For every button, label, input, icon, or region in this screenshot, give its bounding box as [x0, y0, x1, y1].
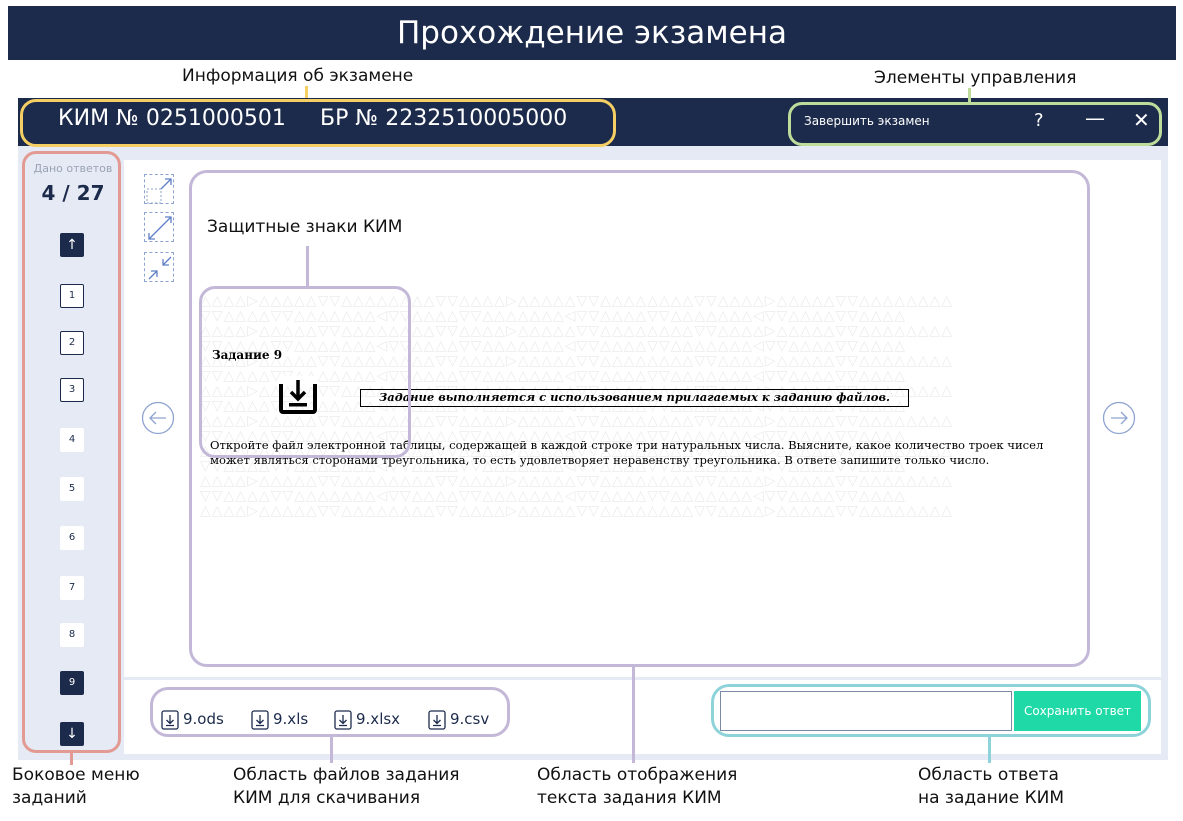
connector-text: [632, 667, 635, 763]
prev-task-icon[interactable]: [141, 401, 175, 435]
security-marks-outline: [199, 286, 411, 458]
fit-width-icon[interactable]: [144, 212, 174, 242]
caption-security-marks: Защитные знаки КИМ: [207, 217, 403, 237]
files-outline: [150, 687, 510, 737]
connector-exam-info: [305, 86, 308, 98]
caption-answer-line2: на задание КИМ: [918, 788, 1065, 808]
sidebar-outline: [22, 151, 121, 753]
exam-info-outline: [20, 99, 616, 147]
connector-security: [306, 246, 309, 286]
controls-outline: [788, 102, 1162, 146]
zoom-in-icon[interactable]: [144, 174, 174, 204]
connector-files: [330, 737, 333, 763]
caption-sidebar-line2: заданий: [12, 788, 87, 808]
caption-answer-line1: Область ответа: [918, 765, 1059, 785]
caption-text-line1: Область отображения: [537, 765, 738, 785]
next-task-icon[interactable]: [1102, 401, 1136, 435]
caption-exam-info: Информация об экзамене: [182, 66, 414, 86]
caption-files-line1: Область файлов задания: [233, 765, 460, 785]
caption-text-line2: текста задания КИМ: [537, 788, 722, 808]
connector-controls: [968, 88, 971, 102]
caption-sidebar-line1: Боковое меню: [12, 765, 140, 785]
connector-answer: [988, 737, 991, 763]
caption-files-line2: КИМ для скачивания: [233, 788, 421, 808]
page-title: Прохождение экзамена: [397, 15, 787, 51]
zoom-out-icon[interactable]: [144, 252, 174, 282]
answer-outline: [711, 684, 1151, 737]
connector-sidebar: [70, 753, 73, 765]
caption-controls: Элементы управления: [874, 68, 1077, 88]
